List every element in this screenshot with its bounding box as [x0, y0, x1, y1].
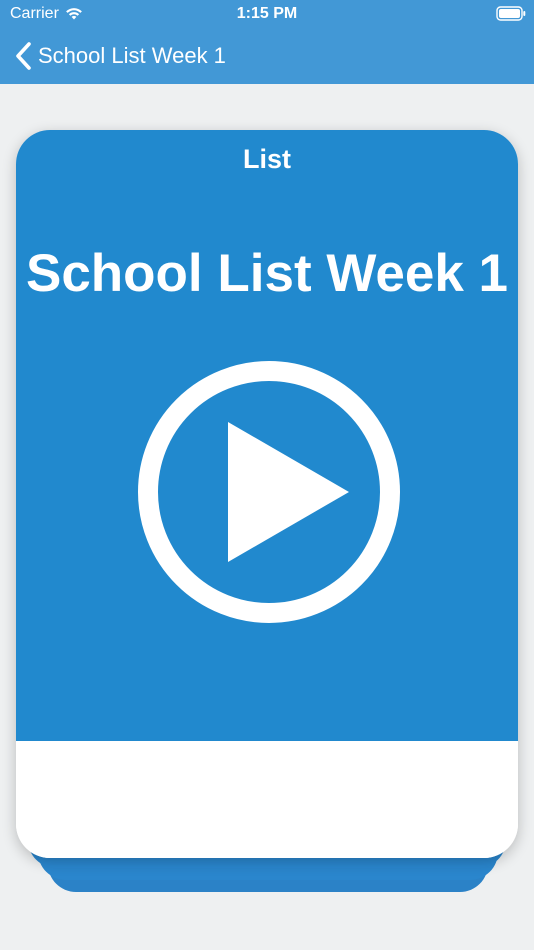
chevron-left-icon	[16, 42, 31, 70]
card-title: School List Week 1	[25, 244, 509, 303]
play-circle-icon[interactable]	[137, 360, 401, 624]
flashcard-front: List School List Week 1	[16, 130, 518, 741]
status-bar: Carrier 1:15 PM	[0, 0, 534, 28]
back-button-label: School List Week 1	[38, 43, 226, 68]
back-button[interactable]: School List Week 1	[0, 41, 226, 71]
top-bar: Carrier 1:15 PM School List Week 1	[0, 0, 534, 84]
status-time: 1:15 PM	[236, 5, 298, 22]
card-category-label: List	[242, 144, 291, 174]
flashcard[interactable]: List School List Week 1	[16, 130, 518, 858]
navigation-bar: School List Week 1	[0, 36, 534, 76]
battery-icon	[496, 6, 526, 21]
flashcard-footer	[16, 741, 518, 858]
